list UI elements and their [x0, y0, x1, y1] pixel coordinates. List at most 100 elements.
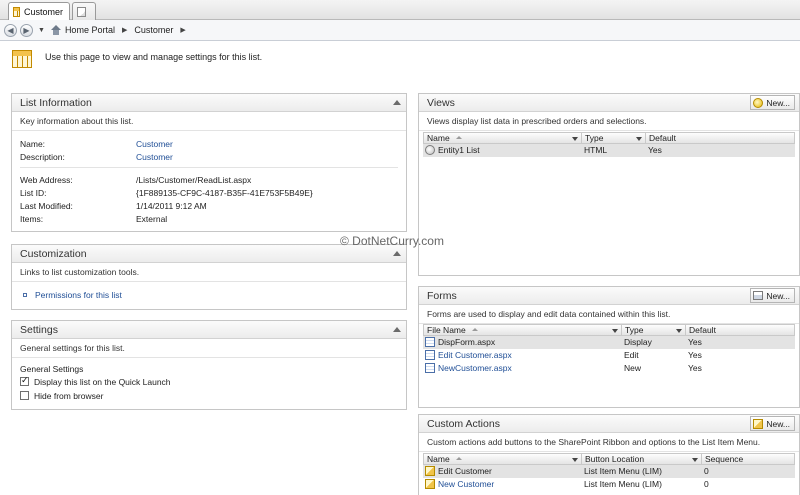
table-row[interactable]: NewCustomer.aspx New Yes [423, 362, 795, 375]
new-form-button[interactable]: New... [750, 288, 795, 303]
breadcrumb-customer[interactable]: Customer [134, 25, 173, 35]
new-tab-button[interactable] [72, 2, 96, 20]
last-modified-value: 1/14/2011 9:12 AM [136, 201, 207, 211]
panel-title: Custom Actions [427, 417, 500, 430]
form-icon [425, 350, 435, 360]
sort-icon [455, 457, 462, 460]
form-name-link[interactable]: Edit Customer.aspx [438, 350, 512, 360]
new-view-button[interactable]: New... [750, 95, 795, 110]
view-name: Entity1 List [438, 145, 480, 155]
column-header-name[interactable]: Name [424, 133, 582, 144]
tab-customer[interactable]: Customer [8, 2, 70, 20]
form-icon [425, 337, 435, 347]
new-form-icon [753, 291, 764, 300]
sort-icon [471, 328, 478, 331]
quick-launch-option[interactable]: Display this list on the Quick Launch [20, 375, 171, 387]
table-row[interactable]: Entity1 List HTML Yes [423, 144, 795, 157]
back-button[interactable]: ◀ [4, 23, 17, 37]
column-header-default[interactable]: Default [686, 325, 796, 336]
filter-dropdown-icon[interactable] [572, 137, 578, 141]
views-panel: Views New... Views display list data in … [418, 93, 800, 276]
forward-button[interactable]: ▶ [20, 23, 33, 37]
items-label: Items: [20, 214, 44, 224]
form-name-link[interactable]: NewCustomer.aspx [438, 363, 512, 373]
form-type: Display [624, 337, 652, 347]
new-action-label: New... [766, 418, 790, 429]
new-form-label: New... [766, 290, 790, 301]
permissions-link[interactable]: Permissions for this list [35, 290, 122, 300]
forward-arrow-icon: ▶ [23, 25, 30, 35]
new-icon [753, 97, 764, 108]
history-dropdown-icon[interactable]: ▼ [38, 27, 45, 34]
column-header-sequence[interactable]: Sequence [702, 454, 796, 465]
filter-dropdown-icon[interactable] [572, 458, 578, 462]
action-sequence: 0 [704, 479, 709, 489]
list-id-value: {1F889135-CF9C-4187-B35F-41E753F5B49E} [136, 188, 313, 198]
home-icon [50, 24, 62, 36]
view-default: Yes [648, 145, 662, 155]
column-header-file-name[interactable]: File Name [424, 325, 622, 336]
filter-dropdown-icon[interactable] [636, 137, 642, 141]
panel-title: List Information [20, 96, 92, 109]
panel-header: Forms New... [419, 287, 799, 305]
list-description-label: Description: [20, 152, 65, 162]
table-row[interactable]: Edit Customer.aspx Edit Yes [423, 349, 795, 362]
new-tab-icon [77, 6, 86, 17]
filter-dropdown-icon[interactable] [692, 458, 698, 462]
bullet-icon [23, 293, 27, 297]
intro-text: Use this page to view and manage setting… [45, 52, 263, 62]
back-arrow-icon: ◀ [7, 25, 14, 35]
permissions-item: Permissions for this list [23, 290, 122, 300]
view-type: HTML [584, 145, 608, 155]
column-header-type[interactable]: Type [582, 133, 646, 144]
form-default: Yes [688, 350, 702, 360]
items-value: External [136, 214, 168, 224]
quick-launch-checkbox[interactable] [20, 375, 29, 386]
column-header-name[interactable]: Name [424, 454, 582, 465]
form-name: DispForm.aspx [438, 337, 496, 347]
sort-icon [455, 136, 462, 139]
form-type: New [624, 363, 642, 373]
breadcrumb-home-portal[interactable]: Home Portal [65, 25, 115, 35]
forms-table: File Name Type Default DispForm.aspx Dis… [423, 324, 795, 375]
customization-panel: Customization Links to list customizatio… [11, 244, 407, 310]
page-intro: Use this page to view and manage setting… [12, 50, 262, 68]
new-action-icon [753, 418, 764, 429]
table-row[interactable]: DispForm.aspx Display Yes [423, 336, 795, 349]
column-header-default[interactable]: Default [646, 133, 796, 144]
settings-panel: Settings General settings for this list.… [11, 320, 407, 410]
web-address-value: /Lists/Customer/ReadList.aspx [136, 175, 252, 185]
collapse-icon[interactable] [393, 251, 401, 256]
panel-title: Customization [20, 247, 87, 260]
column-header-type[interactable]: Type [622, 325, 686, 336]
tab-strip: Customer [0, 0, 800, 20]
filter-dropdown-icon[interactable] [612, 329, 618, 333]
navigation-bar: ◀ ▶ ▼ Home Portal ▶ Customer ▶ [0, 20, 800, 41]
table-row[interactable]: Edit Customer List Item Menu (LIM) 0 [423, 465, 795, 478]
column-header-button-location[interactable]: Button Location [582, 454, 702, 465]
last-modified-label: Last Modified: [20, 201, 73, 211]
divider [20, 167, 398, 168]
filter-dropdown-icon[interactable] [676, 329, 682, 333]
new-view-label: New... [766, 97, 790, 108]
table-header: Name Type Default [423, 132, 795, 144]
panel-header: Views New... [419, 94, 799, 112]
new-custom-action-button[interactable]: New... [750, 416, 795, 431]
list-description-link[interactable]: Customer [136, 152, 173, 162]
collapse-icon[interactable] [393, 100, 401, 105]
action-location: List Item Menu (LIM) [584, 466, 662, 476]
list-grid-icon [13, 6, 20, 17]
hide-browser-option[interactable]: Hide from browser [20, 391, 103, 401]
list-name-link[interactable]: Customer [136, 139, 173, 149]
watermark-text: © DotNetCurry.com [340, 234, 444, 248]
breadcrumb-separator-icon: ▶ [180, 27, 186, 34]
panel-title: Views [427, 96, 455, 109]
action-name-link[interactable]: New Customer [438, 479, 494, 489]
hide-browser-checkbox[interactable] [20, 391, 29, 400]
custom-action-icon [425, 466, 435, 476]
custom-actions-panel: Custom Actions New... Custom actions add… [418, 414, 800, 495]
panel-description: Links to list customization tools. [12, 263, 406, 282]
table-row[interactable]: New Customer List Item Menu (LIM) 0 [423, 478, 795, 491]
collapse-icon[interactable] [393, 327, 401, 332]
action-name: Edit Customer [438, 466, 492, 476]
